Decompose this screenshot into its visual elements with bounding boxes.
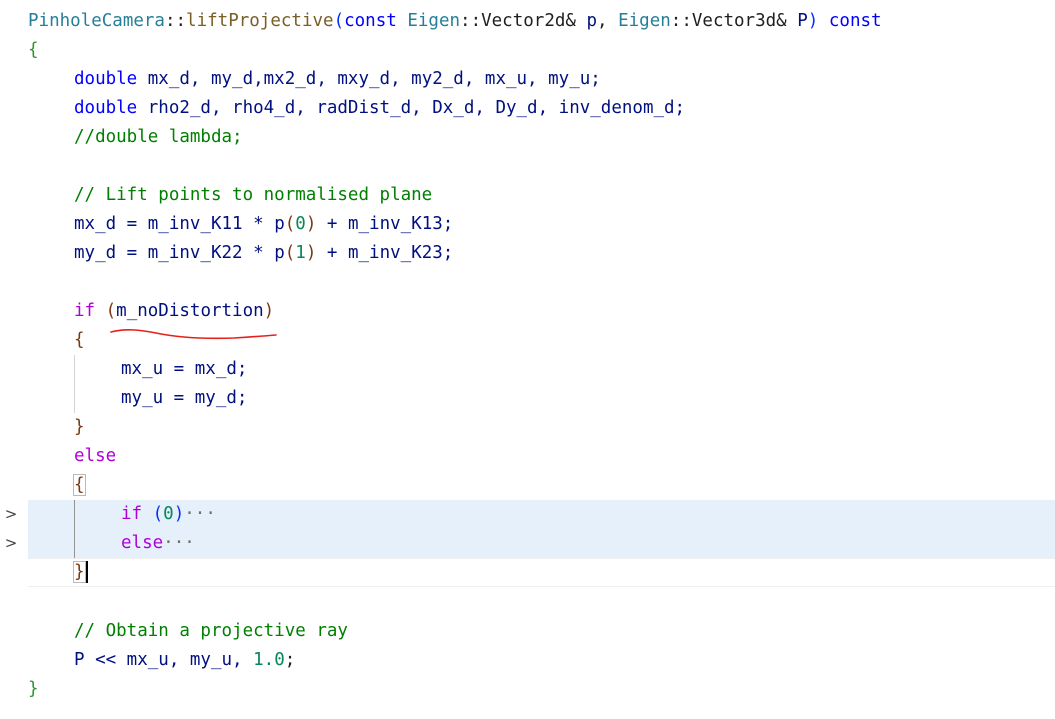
code-line-20: }	[73, 558, 88, 587]
code-line-11: if (m_noDistortion)	[74, 297, 274, 326]
expression: + m_inv_K13;	[316, 214, 454, 234]
number-literal: 0	[295, 214, 306, 234]
code-line-8: mx_d = m_inv_K11 * p(0) + m_inv_K13;	[74, 210, 453, 239]
code-line-23: P << mx_u, my_u, 1.0;	[74, 646, 295, 675]
paren: (	[142, 504, 164, 524]
keyword-else: else	[121, 533, 164, 553]
folded-ellipsis-icon[interactable]: ···	[184, 504, 216, 524]
matching-bracket-close: }	[73, 561, 86, 583]
code-line-14: my_u = my_d;	[121, 388, 248, 408]
variable: p	[274, 214, 285, 234]
function-name: liftProjective	[186, 11, 334, 31]
keyword: double	[74, 98, 138, 118]
paren: )	[305, 243, 317, 263]
class-name: PinholeCamera	[28, 11, 165, 31]
fold-expand-icon[interactable]: >	[4, 529, 18, 558]
code-line-15: }	[74, 417, 85, 437]
paren: )	[263, 301, 275, 321]
paren: (	[284, 214, 296, 234]
code-line-3: double mx_d, my_d,mx2_d, mxy_d, my2_d, m…	[74, 65, 601, 94]
paren: )	[807, 11, 819, 31]
scope-operator: ::	[164, 11, 187, 31]
indent-guide-active	[74, 500, 75, 558]
expression: + m_inv_K23;	[316, 243, 454, 263]
type-name: Vector3d	[691, 11, 777, 31]
variable-list: mx_d, my_d,mx2_d, mxy_d, my2_d, mx_u, my…	[137, 69, 601, 89]
type-name: Eigen	[407, 11, 461, 31]
fold-expand-icon[interactable]: >	[4, 500, 18, 529]
keyword: const	[344, 11, 397, 31]
keyword-if: if	[121, 504, 143, 524]
current-line-highlight	[28, 558, 1055, 587]
code-line-19[interactable]: else···	[121, 529, 195, 558]
code-line-24: }	[28, 679, 39, 699]
code-line-7: // Lift points to normalised plane	[74, 185, 433, 205]
keyword-if: if	[74, 301, 96, 321]
keyword: const	[828, 11, 882, 31]
variable: p	[274, 243, 285, 263]
folded-ellipsis-icon[interactable]: ···	[163, 533, 195, 553]
parameter-name: p	[586, 11, 598, 31]
code-line-5: //double lambda;	[74, 127, 243, 147]
code-line-22: // Obtain a projective ray	[74, 621, 348, 641]
variable: m_noDistortion	[116, 301, 264, 321]
number-literal: 1.0	[253, 650, 285, 670]
type-name: Vector2d	[481, 11, 566, 31]
scope-operator: ::	[460, 11, 482, 31]
code-line-12: {	[74, 330, 85, 350]
reference-operator: &	[565, 11, 587, 31]
semicolon: ;	[284, 650, 296, 670]
variable-list: rho2_d, rho4_d, radDist_d, Dx_d, Dy_d, i…	[137, 98, 686, 118]
expression: mx_d = m_inv_K11 *	[74, 214, 275, 234]
type-name: Eigen	[618, 11, 671, 31]
expression: P << mx_u, my_u,	[74, 650, 254, 670]
code-line-1: PinholeCamera::liftProjective(const Eige…	[28, 7, 882, 36]
scope-operator: ::	[670, 11, 692, 31]
paren: )	[173, 504, 185, 524]
paren: (	[95, 301, 117, 321]
code-line-4: double rho2_d, rho4_d, radDist_d, Dx_d, …	[74, 94, 685, 123]
code-line-2: {	[28, 40, 39, 60]
indent-guide	[74, 355, 75, 413]
code-line-9: my_d = m_inv_K22 * p(1) + m_inv_K23;	[74, 239, 453, 268]
reference-operator: &	[776, 11, 798, 31]
paren: (	[284, 243, 296, 263]
matching-bracket-open: {	[73, 474, 86, 496]
keyword: double	[74, 69, 138, 89]
text-cursor	[85, 561, 88, 583]
code-line-17: {	[73, 471, 86, 500]
number-literal: 1	[295, 243, 306, 263]
expression: my_d = m_inv_K22 *	[74, 243, 275, 263]
parameter-name: P	[797, 11, 808, 31]
code-line-18[interactable]: if (0)···	[121, 500, 216, 529]
separator: ,	[597, 11, 619, 31]
code-editor[interactable]: > > PinholeCamera::liftProjective(const …	[0, 0, 1055, 719]
code-line-13: mx_u = mx_d;	[121, 359, 248, 379]
paren: )	[305, 214, 317, 234]
code-line-16: else	[74, 446, 117, 466]
paren: (	[333, 11, 345, 31]
red-underline-annotation	[110, 328, 277, 340]
number-literal: 0	[163, 504, 174, 524]
